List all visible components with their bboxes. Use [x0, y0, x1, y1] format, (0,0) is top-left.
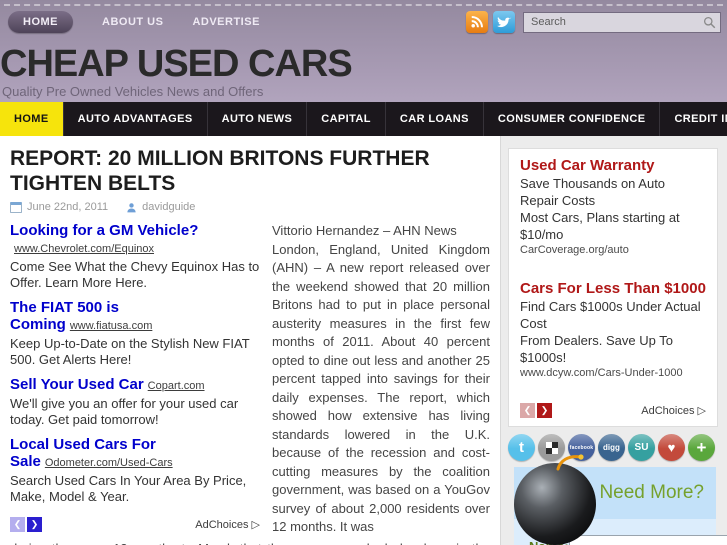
ad-body-text: Search Used Cars In Your Area By Price, …	[10, 473, 247, 504]
topbar-link-advertise[interactable]: ADVERTISE	[192, 16, 259, 28]
sidebar-ad-line: Find Cars $1000s Under Actual Cost	[520, 299, 701, 331]
ad-title-link[interactable]: Sell Your Used Car Copart.com	[10, 376, 260, 395]
article-title[interactable]: REPORT: 20 MILLION BRITONS FURTHER TIGHT…	[10, 146, 490, 196]
content-column: REPORT: 20 MILLION BRITONS FURTHER TIGHT…	[0, 136, 500, 545]
header-dashed-border	[4, 4, 723, 6]
sidebar-ad-line: Save Thousands on Auto Repair Costs	[520, 176, 666, 208]
nav-item-car-loans[interactable]: CAR LOANS	[384, 102, 483, 136]
article-date: June 22nd, 2011	[27, 201, 109, 213]
ad-prev-button[interactable]: ❮	[10, 517, 25, 532]
favorite-share-icon[interactable]: ♥	[658, 434, 685, 461]
digg-share-icon[interactable]: digg	[598, 434, 625, 461]
sidebar-ad-next-button[interactable]: ❯	[537, 403, 552, 418]
sidebar-ad-line: Most Cars, Plans starting at $10/mo	[520, 210, 680, 242]
sidebar-ad-item: Cars For Less Than $1000 Find Cars $1000…	[520, 280, 706, 379]
ad-title-text[interactable]: Sell Your Used Car	[10, 376, 144, 393]
ad-body-text: We'll give you an offer for your used ca…	[10, 396, 239, 427]
stumbleupon-share-icon[interactable]: SU	[628, 434, 655, 461]
ad-title-link[interactable]: Looking for a GM Vehicle? www.Chevrolet.c…	[10, 222, 260, 258]
article-author[interactable]: davidguide	[142, 201, 195, 213]
main-nav: HOME AUTO ADVANTAGES AUTO NEWS CAPITAL C…	[0, 102, 727, 136]
sidebar-ad-item: Used Car Warranty Save Thousands on Auto…	[520, 157, 706, 256]
ad-url-link[interactable]: www.fiatusa.com	[70, 320, 153, 332]
calendar-icon	[10, 201, 22, 213]
article-body-continued: during the same 12 months to March that …	[10, 539, 490, 545]
author-icon	[127, 202, 136, 212]
nav-item-auto-advantages[interactable]: AUTO ADVANTAGES	[62, 102, 207, 136]
sidebar-ad-url[interactable]: CarCoverage.org/auto	[520, 244, 706, 256]
twitter-icon[interactable]	[493, 11, 515, 33]
rss-icon[interactable]	[466, 11, 488, 33]
sidebar-ad-url[interactable]: www.dcyw.com/Cars-Under-1000	[520, 367, 706, 379]
topbar-link-about[interactable]: ABOUT US	[102, 16, 163, 28]
sidebar-ad-prev-button[interactable]: ❮	[520, 403, 535, 418]
ad-item: The FIAT 500 is Coming www.fiatusa.com Ke…	[10, 299, 260, 368]
ad-url-link[interactable]: www.Chevrolet.com/Equinox	[14, 243, 154, 255]
adchoices-link[interactable]: AdChoices ▷	[641, 404, 706, 417]
nav-item-credit-information[interactable]: CREDIT INFORMATION	[659, 102, 727, 136]
nav-item-home[interactable]: HOME	[0, 102, 63, 136]
article-body-full-text: during the same 12 months to March that …	[10, 541, 490, 545]
article-byline: Vittorio Hernandez – AHN News	[272, 223, 457, 238]
sidebar-ad-title[interactable]: Cars For Less Than $1000	[520, 280, 706, 298]
twitter-share-icon[interactable]: t	[508, 434, 535, 461]
nav-item-auto-news[interactable]: AUTO NEWS	[206, 102, 307, 136]
site-header: HOME ABOUT US ADVERTISE CHEAP USED CARS …	[0, 0, 727, 102]
ad-title-text[interactable]: Looking for a GM Vehicle?	[10, 222, 198, 239]
bomb-image	[514, 454, 596, 545]
ad-url-link[interactable]: Copart.com	[148, 380, 205, 392]
adchoices-link[interactable]: AdChoices ▷	[195, 518, 260, 531]
site-title[interactable]: CHEAP USED CARS	[0, 33, 727, 83]
ad-pager: ❮ ❯ AdChoices ▷	[10, 517, 260, 532]
search-input[interactable]	[523, 11, 721, 33]
search-box	[523, 11, 721, 33]
twitter-bird-glyph	[496, 16, 511, 27]
site-tagline: Quality Pre Owned Vehicles News and Offe…	[2, 84, 264, 99]
article-body-column: Vittorio Hernandez – AHN News London, En…	[272, 222, 490, 537]
sidebar-ad-line: From Dealers. Save Up To $1000s!	[520, 333, 673, 365]
rss-glyph	[471, 16, 483, 28]
ad-title-link[interactable]: Local Used Cars For Sale Odometer.com/Use…	[10, 436, 260, 472]
share-more-icon[interactable]: +	[688, 434, 715, 461]
ad-next-button[interactable]: ❯	[27, 517, 42, 532]
ad-body-text: Keep Up-to-Date on the Stylish New FIAT …	[10, 336, 250, 367]
ad-body-text: Come See What the Chevy Equinox Has to O…	[10, 259, 260, 290]
sidebar-ad-title[interactable]: Used Car Warranty	[520, 157, 706, 175]
adsense-block: Looking for a GM Vehicle? www.Chevrolet.c…	[10, 222, 272, 537]
sidebar-ad-box: Used Car Warranty Save Thousands on Auto…	[508, 148, 718, 427]
article-body-text: London, England, United Kingdom (AHN) – …	[272, 241, 490, 535]
name-field[interactable]	[568, 535, 727, 545]
ad-url-link[interactable]: Odometer.com/Used-Cars	[45, 457, 173, 469]
social-share-row: t facebook digg SU ♥ +	[508, 434, 718, 461]
article-meta: June 22nd, 2011 davidguide	[10, 201, 490, 213]
bomb-fuse	[556, 454, 584, 471]
ad-item: Sell Your Used Car Copart.com We'll give …	[10, 376, 260, 428]
nav-item-capital[interactable]: CAPITAL	[306, 102, 385, 136]
newsletter-signup-widget: Need More? Name: Email: Sign Up!	[514, 454, 727, 545]
topbar-link-home[interactable]: HOME	[8, 11, 73, 33]
nav-item-consumer-confidence[interactable]: CONSUMER CONFIDENCE	[482, 102, 660, 136]
ad-item: Looking for a GM Vehicle? www.Chevrolet.c…	[10, 222, 260, 291]
ad-item: Local Used Cars For Sale Odometer.com/Use…	[10, 436, 260, 505]
sidebar-ad-pager: ❮ ❯ AdChoices ▷	[520, 403, 706, 418]
sidebar: Used Car Warranty Save Thousands on Auto…	[500, 136, 727, 545]
main-area: REPORT: 20 MILLION BRITONS FURTHER TIGHT…	[0, 136, 727, 545]
ad-title-link[interactable]: The FIAT 500 is Coming www.fiatusa.com	[10, 299, 260, 335]
search-icon	[703, 16, 716, 28]
